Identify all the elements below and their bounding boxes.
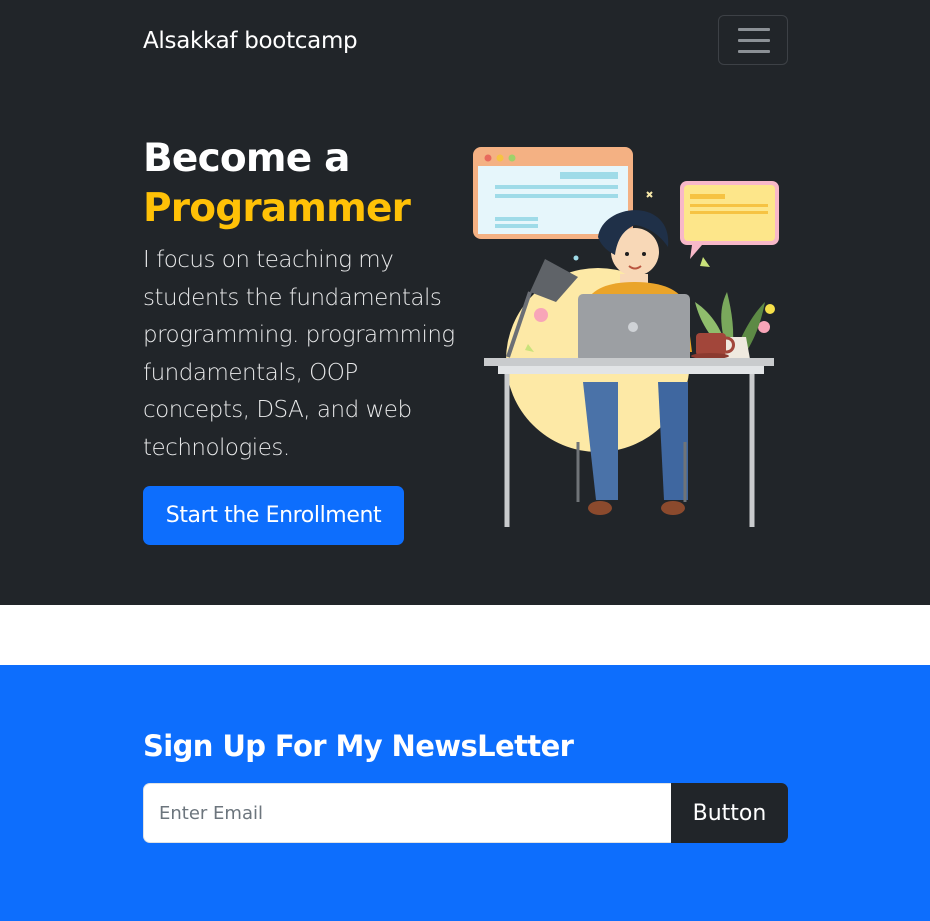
newsletter-submit-button[interactable]: Button — [671, 783, 788, 843]
hero-title: Become a Programmer — [143, 134, 463, 234]
hero-title-highlight: Programmer — [143, 186, 411, 231]
newsletter-title: Sign Up For My NewsLetter — [143, 729, 574, 763]
brand-link[interactable]: Alsakkaf bootcamp — [143, 24, 358, 58]
newsletter-section: Sign Up For My NewsLetter Button — [0, 665, 930, 921]
start-enrollment-button[interactable]: Start the Enrollment — [143, 486, 404, 545]
newsletter-form: Button — [143, 783, 788, 843]
email-input[interactable] — [143, 783, 671, 843]
programmer-at-desk-illustration — [473, 147, 779, 527]
navbar-toggler-button[interactable] — [718, 15, 788, 65]
hero-title-line1: Become a — [143, 136, 350, 181]
navbar: Alsakkaf bootcamp — [0, 0, 930, 82]
hero-section: Become a Programmer I focus on teaching … — [0, 82, 930, 605]
hero-lead-text: I focus on teaching my students the fund… — [143, 247, 455, 461]
